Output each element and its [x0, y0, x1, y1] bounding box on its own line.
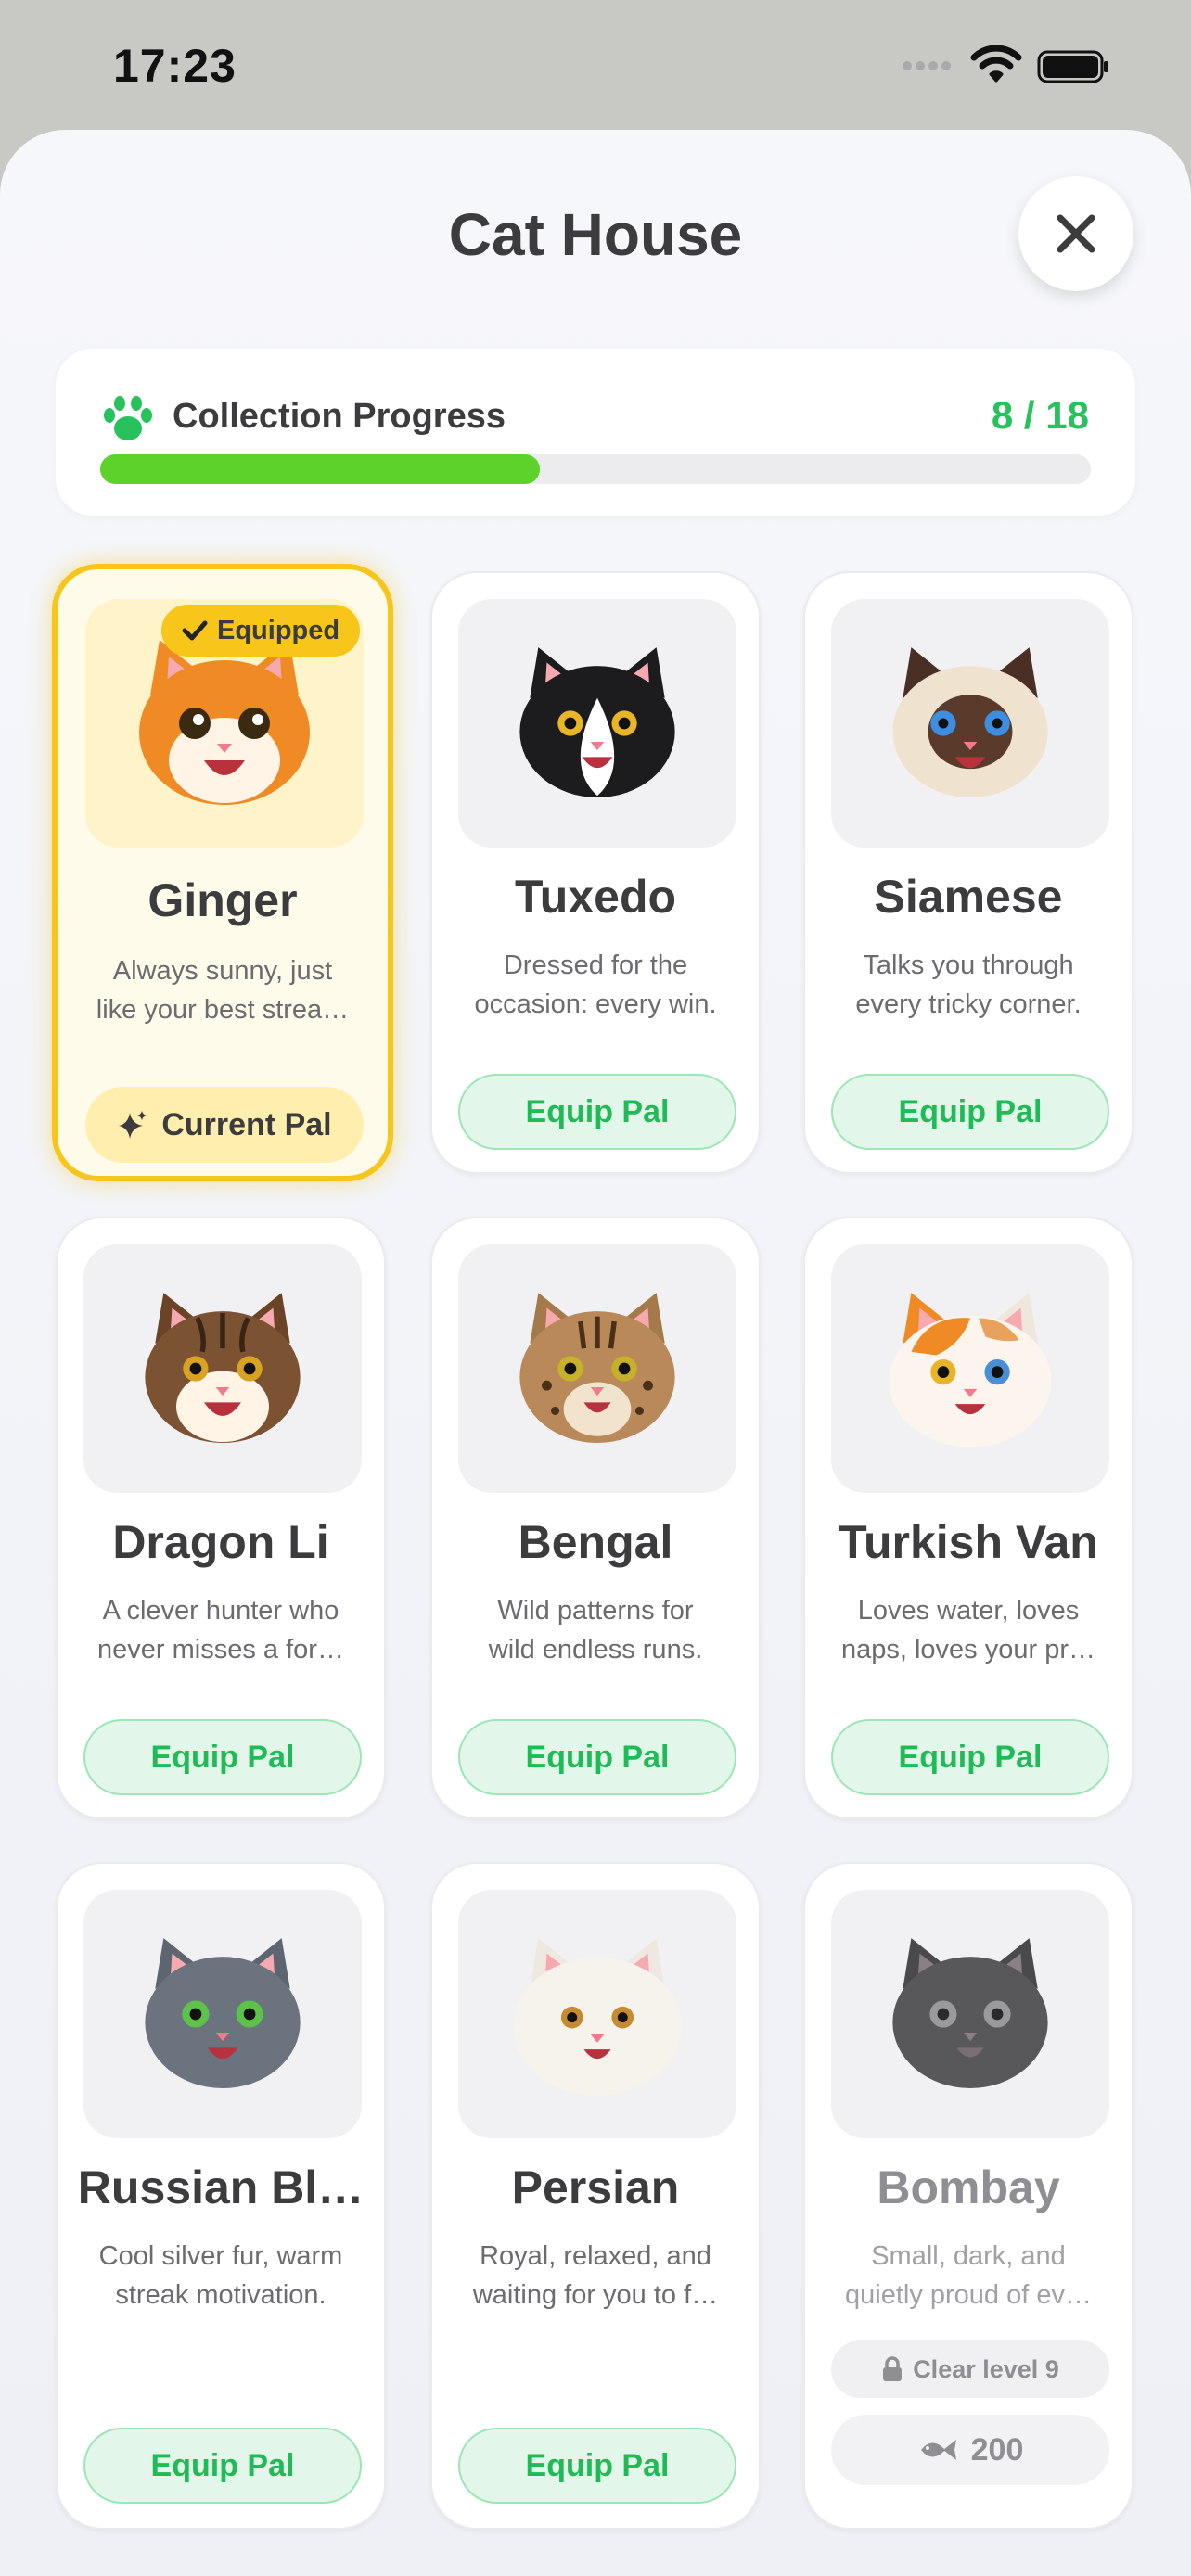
fish-icon	[920, 2440, 956, 2460]
current-pal-label: Current Pal	[161, 1106, 332, 1142]
cat-card-russian-blue[interactable]: Russian Bl… Cool silver fur, warm streak…	[56, 1862, 386, 2530]
page-title: Cat House	[448, 201, 743, 268]
siamese-cat-icon	[892, 647, 1048, 797]
status-bar: 17:23	[0, 0, 1191, 130]
cat-description-line: never misses a for…	[97, 1635, 344, 1664]
cat-name: Dragon Li	[112, 1516, 329, 1568]
equip-pal-button[interactable]: Equip Pal	[458, 1074, 736, 1150]
progress-count: 8 / 18	[991, 393, 1089, 437]
unlock-requirement: Clear level 9	[831, 2340, 1109, 2398]
cat-avatar	[83, 1244, 362, 1493]
paw-icon	[104, 396, 152, 440]
cat-description-line: naps, loves your pr…	[840, 1635, 1095, 1664]
unlock-cost-value: 200	[970, 2431, 1024, 2468]
turkish-van-cat-icon	[889, 1293, 1052, 1447]
cat-description-line: quietly proud of ev…	[845, 2280, 1092, 2310]
equip-pal-button[interactable]: Equip Pal	[83, 2428, 362, 2504]
collection-progress-card: Collection Progress 8 / 18	[56, 349, 1135, 516]
cat-card-dragon-li[interactable]: Dragon Li A clever hunter who never miss…	[56, 1217, 386, 1819]
cat-name: Persian	[511, 2162, 680, 2213]
russian-blue-cat-icon	[145, 1938, 301, 2088]
equip-pal-button[interactable]: Equip Pal	[83, 1719, 362, 1795]
lock-icon	[883, 2356, 903, 2381]
cat-description-line: Cool silver fur, warm	[98, 2241, 343, 2271]
cat-description: Royal, relaxed, and waiting for you to f…	[453, 2237, 738, 2315]
cat-card-bengal[interactable]: Bengal Wild patterns for wild endless ru…	[430, 1217, 761, 1819]
ginger-cat-icon	[139, 640, 310, 805]
cat-description: Dressed for the occasion: every win.	[453, 946, 738, 1024]
cat-description: Cool silver fur, warm streak motivation.	[78, 2237, 364, 2315]
cat-avatar	[458, 1890, 736, 2138]
cat-card-persian[interactable]: Persian Royal, relaxed, and waiting for …	[430, 1862, 761, 2530]
cat-name: Siamese	[874, 871, 1063, 923]
equip-pal-button[interactable]: Equip Pal	[458, 2428, 736, 2504]
equipped-badge: Equipped	[161, 605, 361, 657]
progress-bar-fill	[100, 454, 541, 484]
cat-name: Tuxedo	[514, 871, 677, 923]
cellular-signal-icon	[903, 61, 951, 70]
current-pal-button[interactable]: Current Pal	[85, 1087, 364, 1163]
cat-card-ginger[interactable]: Equipped Ginger Always sunny, just like …	[52, 564, 393, 1181]
dragon-li-cat-icon	[145, 1293, 301, 1443]
cat-description-line: Always sunny, just	[112, 956, 333, 986]
equip-pal-button[interactable]: Equip Pal	[831, 1719, 1109, 1795]
cat-name: Turkish Van	[839, 1516, 1098, 1568]
cat-description-line: waiting for you to f…	[472, 2280, 719, 2310]
cat-description-line: Small, dark, and	[871, 2241, 1066, 2271]
cat-card-turkish-van[interactable]: Turkish Van Loves water, loves naps, lov…	[803, 1217, 1133, 1819]
cat-description-line: streak motivation.	[115, 2280, 327, 2310]
checkmark-icon	[182, 620, 208, 641]
cat-description: Talks you through every tricky corner.	[826, 946, 1111, 1024]
cat-description-line: A clever hunter who	[102, 1596, 339, 1626]
cat-description-line: Talks you through	[863, 950, 1074, 980]
cat-description-line: like your best strea…	[96, 995, 350, 1025]
cat-name: Ginger	[147, 874, 298, 926]
cat-house-sheet: Cat House Collection Progress 8 / 18 Equ…	[0, 130, 1191, 2576]
cat-card-siamese[interactable]: Siamese Talks you through every tricky c…	[803, 571, 1133, 1174]
cat-card-bombay: Bombay Small, dark, and quietly proud of…	[803, 1862, 1133, 2530]
cat-name: Russian Bl…	[77, 2162, 365, 2213]
cat-avatar	[458, 599, 736, 848]
persian-cat-icon	[513, 1938, 682, 2097]
cat-name: Bengal	[518, 1516, 673, 1568]
progress-label: Collection Progress	[173, 397, 506, 436]
bengal-cat-icon	[519, 1293, 675, 1443]
cat-description: Loves water, loves naps, loves your pr…	[826, 1591, 1111, 1669]
wifi-icon	[970, 45, 1022, 83]
status-time: 17:23	[113, 40, 237, 92]
cat-avatar	[831, 1244, 1109, 1493]
cat-description-line: Wild patterns for	[497, 1596, 694, 1626]
cat-avatar	[831, 599, 1109, 848]
close-button[interactable]	[1018, 176, 1133, 291]
sparkle-icon	[119, 1111, 147, 1139]
battery-icon	[1037, 50, 1108, 83]
cat-description-line: Loves water, loves	[857, 1596, 1080, 1626]
cat-avatar	[83, 1890, 362, 2138]
cat-description: Wild patterns for wild endless runs.	[453, 1591, 738, 1669]
equip-pal-button[interactable]: Equip Pal	[458, 1719, 736, 1795]
cat-name: Bombay	[877, 2162, 1060, 2213]
tuxedo-cat-icon	[519, 647, 675, 797]
equipped-badge-label: Equipped	[217, 615, 340, 645]
cat-avatar	[458, 1244, 736, 1493]
cat-description: Always sunny, just like your best strea…	[78, 951, 367, 1029]
equip-pal-button[interactable]: Equip Pal	[831, 1074, 1109, 1150]
unlock-requirement-label: Clear level 9	[913, 2354, 1059, 2383]
cat-description-line: every tricky corner.	[855, 989, 1082, 1019]
cat-avatar	[831, 1890, 1109, 2138]
cat-description-line: wild endless runs.	[488, 1635, 703, 1664]
cat-description: A clever hunter who never misses a for…	[78, 1591, 364, 1669]
cat-description: Small, dark, and quietly proud of ev…	[826, 2237, 1111, 2315]
bombay-cat-locked-icon	[892, 1938, 1048, 2088]
progress-bar	[100, 454, 1091, 484]
cat-description-line: Dressed for the	[503, 950, 688, 980]
cat-description-line: occasion: every win.	[474, 989, 717, 1019]
cat-card-tuxedo[interactable]: Tuxedo Dressed for the occasion: every w…	[430, 571, 761, 1174]
cat-description-line: Royal, relaxed, and	[480, 2241, 711, 2271]
unlock-cost[interactable]: 200	[831, 2415, 1109, 2485]
close-icon	[1057, 214, 1095, 253]
